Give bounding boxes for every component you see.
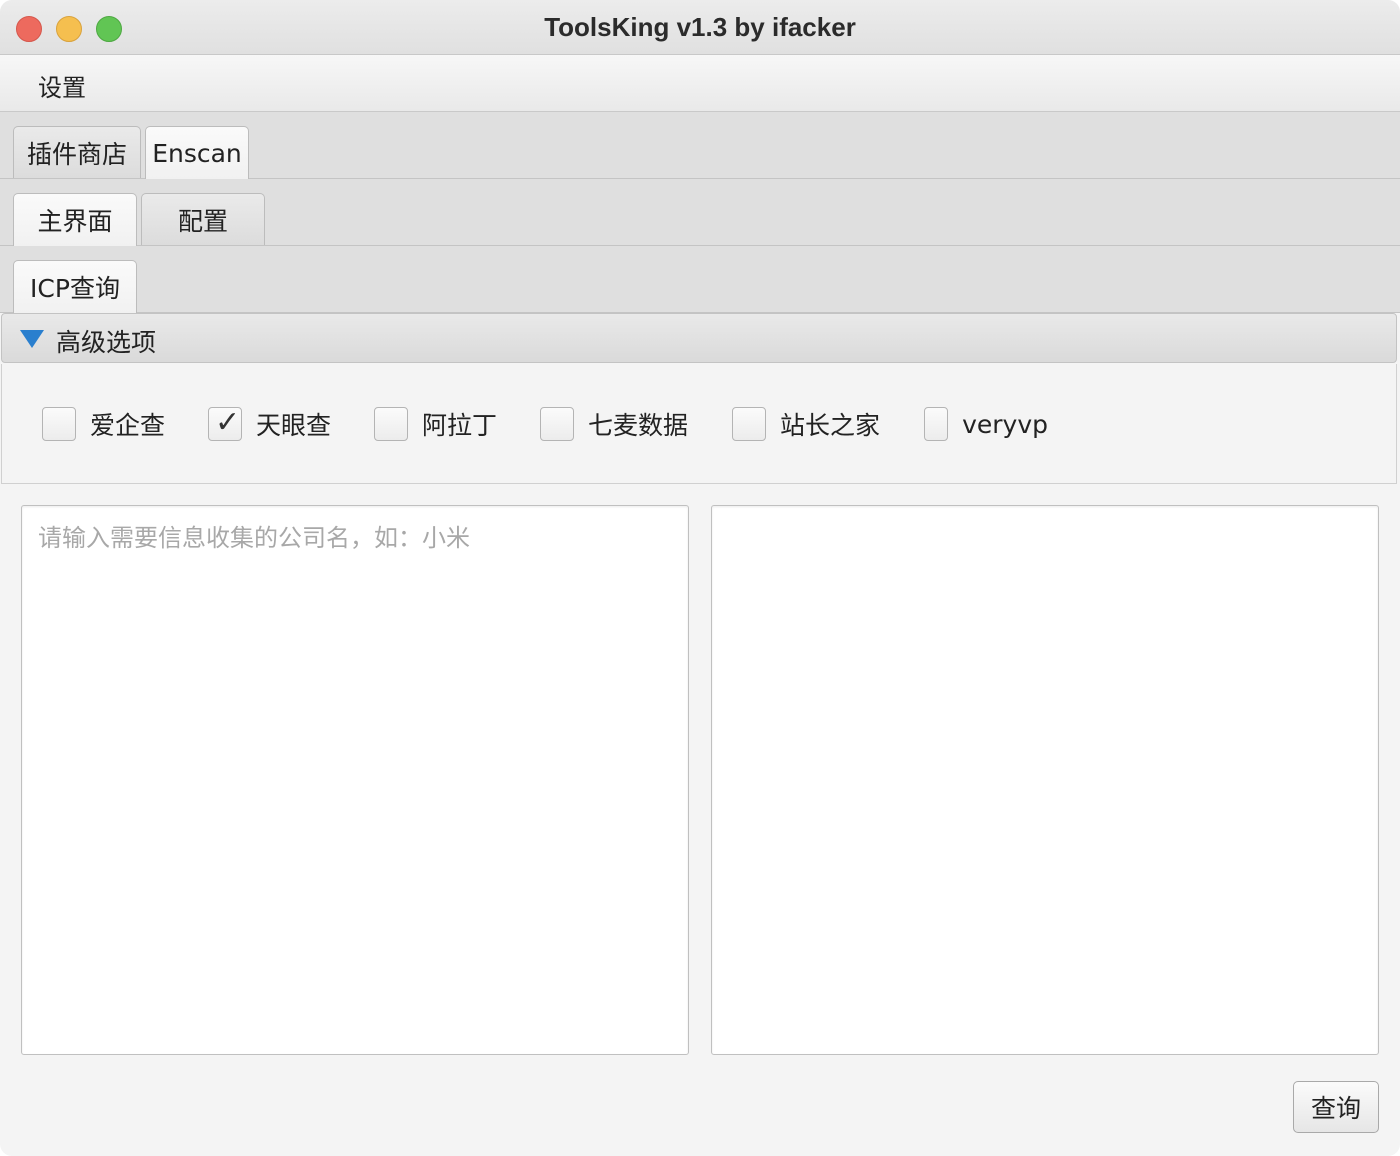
window-title: ToolsKing v1.3 by ifacker <box>544 12 856 42</box>
tab-main-view[interactable]: 主界面 <box>13 193 137 246</box>
query-button[interactable]: 查询 <box>1293 1081 1379 1133</box>
query-tab-bar: ICP查询 <box>0 246 1400 313</box>
menu-settings[interactable]: 设置 <box>38 68 86 103</box>
source-checkbox-qimai[interactable]: 七麦数据 <box>540 405 688 443</box>
checkbox-label: 天眼查 <box>256 411 332 440</box>
checkbox-box[interactable] <box>374 407 408 441</box>
plugin-tab-bar: 插件商店 Enscan <box>0 112 1400 179</box>
tab-enscan[interactable]: Enscan <box>145 126 249 179</box>
source-checkbox-tianyancha[interactable]: ✓ 天眼查 <box>208 405 331 443</box>
app-window: ToolsKing v1.3 by ifacker 设置 插件商店 Enscan… <box>0 0 1400 1156</box>
checkbox-label: 阿拉丁 <box>422 411 498 440</box>
expand-arrow-icon[interactable] <box>20 330 44 348</box>
source-checkbox-chinaz[interactable]: 站长之家 <box>732 405 880 443</box>
advanced-options-header[interactable]: 高级选项 <box>1 313 1397 363</box>
checkbox-label: 七麦数据 <box>588 411 689 440</box>
title-bar[interactable]: ToolsKing v1.3 by ifacker <box>0 0 1400 55</box>
company-input[interactable] <box>22 506 688 1054</box>
checkbox-label: veryvp <box>962 409 1048 439</box>
source-checkbox-aiqicha[interactable]: 爱企查 <box>42 405 165 443</box>
checkmark-icon: ✓ <box>215 405 241 440</box>
tab-plugin-store[interactable]: 插件商店 <box>13 126 141 178</box>
source-checkbox-veryvp[interactable]: veryvp <box>924 405 1048 443</box>
checkbox-box[interactable]: ✓ <box>208 405 242 441</box>
menu-bar: 设置 <box>0 55 1400 112</box>
source-checkbox-aladdin[interactable]: 阿拉丁 <box>374 405 497 443</box>
result-output[interactable] <box>712 506 1378 1054</box>
checkbox-box[interactable] <box>540 407 574 441</box>
checkbox-box[interactable] <box>924 407 949 441</box>
checkbox-box[interactable] <box>732 407 766 441</box>
checkbox-box[interactable] <box>42 407 76 441</box>
advanced-options-title: 高级选项 <box>56 328 157 357</box>
tab-config[interactable]: 配置 <box>141 193 265 245</box>
checkbox-label: 爱企查 <box>90 411 166 440</box>
result-output-area[interactable] <box>711 505 1379 1055</box>
sub-tab-bar: 主界面 配置 <box>0 179 1400 246</box>
tab-icp-query[interactable]: ICP查询 <box>13 260 137 313</box>
checkbox-label: 站长之家 <box>780 411 881 440</box>
company-input-area[interactable] <box>21 505 689 1055</box>
